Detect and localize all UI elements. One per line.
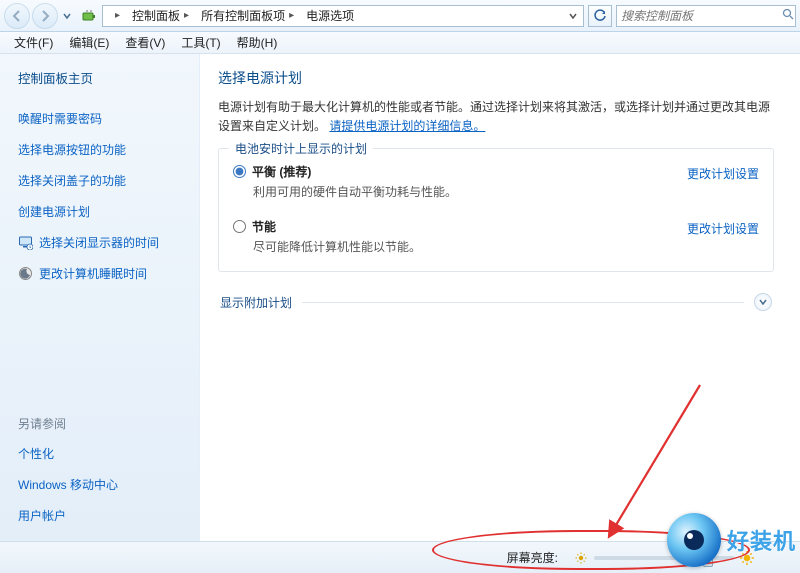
chevron-down-icon: [754, 293, 772, 311]
chevron-down-icon: [569, 12, 577, 20]
address-bar[interactable]: ▸ 控制面板▸ 所有控制面板项▸ 电源选项: [102, 5, 584, 27]
see-also-label: 个性化: [18, 445, 54, 462]
sidebar: 控制面板主页 唤醒时需要密码 选择电源按钮的功能 选择关闭盖子的功能 创建电源计…: [0, 54, 200, 541]
brightness-slider-thumb[interactable]: [703, 549, 713, 567]
menu-help[interactable]: 帮助(H): [229, 32, 286, 53]
sidebar-link-label: 选择电源按钮的功能: [18, 141, 126, 158]
brightness-bar: 屏幕亮度:: [0, 541, 800, 573]
see-also-mobility-center[interactable]: Windows 移动中心: [18, 476, 187, 493]
page-heading: 选择电源计划: [218, 68, 774, 88]
see-also-label: 用户帐户: [18, 507, 66, 524]
plan-radio-balanced[interactable]: [233, 165, 246, 178]
refresh-icon: [594, 9, 607, 22]
breadcrumb-item[interactable]: 电源选项: [300, 6, 360, 26]
sun-dim-icon: [574, 551, 588, 565]
sidebar-link-require-password[interactable]: 唤醒时需要密码: [18, 110, 187, 127]
see-also-heading: 另请参阅: [18, 415, 187, 432]
page-description: 电源计划有助于最大化计算机的性能或者节能。通过选择计划来将其激活，或选择计划并通…: [218, 98, 774, 136]
work-area: 控制面板主页 唤醒时需要密码 选择电源按钮的功能 选择关闭盖子的功能 创建电源计…: [0, 54, 800, 541]
show-additional-plans[interactable]: 显示附加计划: [218, 288, 774, 315]
brightness-label: 屏幕亮度:: [507, 549, 558, 566]
breadcrumb-item[interactable]: 控制面板▸: [126, 6, 195, 26]
change-plan-settings-link[interactable]: 更改计划设置: [687, 165, 759, 182]
breadcrumb-label: 所有控制面板项: [201, 7, 285, 24]
brightness-slider[interactable]: [594, 556, 734, 560]
power-options-icon: [80, 7, 98, 25]
breadcrumb-label: 电源选项: [306, 7, 354, 24]
menu-file[interactable]: 文件(F): [6, 32, 61, 53]
sidebar-link-label: 选择关闭盖子的功能: [18, 172, 126, 189]
window-titlebar: ▸ 控制面板▸ 所有控制面板项▸ 电源选项: [0, 0, 800, 32]
plans-group: 电池安时计上显示的计划 平衡 (推荐) 利用可用的硬件自动平衡功耗与性能。 更改…: [218, 148, 774, 272]
expander-label: 显示附加计划: [220, 294, 292, 311]
sidebar-link-create-plan[interactable]: 创建电源计划: [18, 203, 187, 220]
nav-forward-button[interactable]: [32, 3, 58, 29]
plans-group-title: 电池安时计上显示的计划: [229, 140, 373, 157]
see-also-label: Windows 移动中心: [18, 476, 118, 493]
monitor-icon: [18, 235, 33, 250]
menu-edit[interactable]: 编辑(E): [61, 32, 117, 53]
sidebar-link-label: 唤醒时需要密码: [18, 110, 102, 127]
control-panel-home-link[interactable]: 控制面板主页: [18, 68, 187, 87]
see-also-user-accounts[interactable]: 用户帐户: [18, 507, 187, 524]
sidebar-link-label: 创建电源计划: [18, 203, 90, 220]
plan-description: 尽可能降低计算机性能以节能。: [253, 238, 687, 255]
moon-icon: [18, 266, 33, 281]
sidebar-link-label: 选择关闭显示器的时间: [39, 234, 159, 251]
plan-details-link[interactable]: 请提供电源计划的详细信息。: [329, 119, 485, 133]
sidebar-link-sleep-time[interactable]: 更改计算机睡眠时间: [18, 265, 187, 282]
menu-tools[interactable]: 工具(T): [173, 32, 228, 53]
nav-history-dropdown[interactable]: [60, 6, 74, 26]
sidebar-link-close-lid[interactable]: 选择关闭盖子的功能: [18, 172, 187, 189]
chevron-down-icon: [63, 12, 71, 20]
arrow-left-icon: [11, 10, 23, 22]
refresh-button[interactable]: [588, 5, 612, 27]
breadcrumb-item[interactable]: 所有控制面板项▸: [195, 6, 300, 26]
plan-row-balanced: 平衡 (推荐) 利用可用的硬件自动平衡功耗与性能。 更改计划设置: [233, 159, 759, 202]
sidebar-link-power-button[interactable]: 选择电源按钮的功能: [18, 141, 187, 158]
search-box[interactable]: [616, 5, 796, 27]
search-icon: [782, 8, 794, 23]
main-content: 选择电源计划 电源计划有助于最大化计算机的性能或者节能。通过选择计划来将其激活，…: [200, 54, 800, 541]
nav-back-button[interactable]: [4, 3, 30, 29]
breadcrumb-label: 控制面板: [132, 7, 180, 24]
arrow-right-icon: [39, 10, 51, 22]
plan-radio-powersaver[interactable]: [233, 220, 246, 233]
description-text: 电源计划有助于最大化计算机的性能或者节能。通过选择计划来将其激活，或选择计划并通…: [218, 100, 770, 133]
menu-bar: 文件(F) 编辑(E) 查看(V) 工具(T) 帮助(H): [0, 32, 800, 54]
plan-row-powersaver: 节能 尽可能降低计算机性能以节能。 更改计划设置: [233, 214, 759, 257]
sidebar-link-display-off[interactable]: 选择关闭显示器的时间: [18, 234, 187, 251]
change-plan-settings-link[interactable]: 更改计划设置: [687, 220, 759, 237]
sidebar-link-label: 更改计算机睡眠时间: [39, 265, 147, 282]
plan-description: 利用可用的硬件自动平衡功耗与性能。: [253, 183, 687, 200]
breadcrumb-item[interactable]: ▸: [105, 6, 126, 26]
search-input[interactable]: [621, 9, 778, 23]
sun-bright-icon: [740, 551, 754, 565]
plan-name-label[interactable]: 平衡 (推荐): [252, 163, 311, 180]
menu-view[interactable]: 查看(V): [117, 32, 173, 53]
see-also-personalization[interactable]: 个性化: [18, 445, 187, 462]
plan-name-label[interactable]: 节能: [252, 218, 276, 235]
address-dropdown[interactable]: [565, 12, 581, 20]
